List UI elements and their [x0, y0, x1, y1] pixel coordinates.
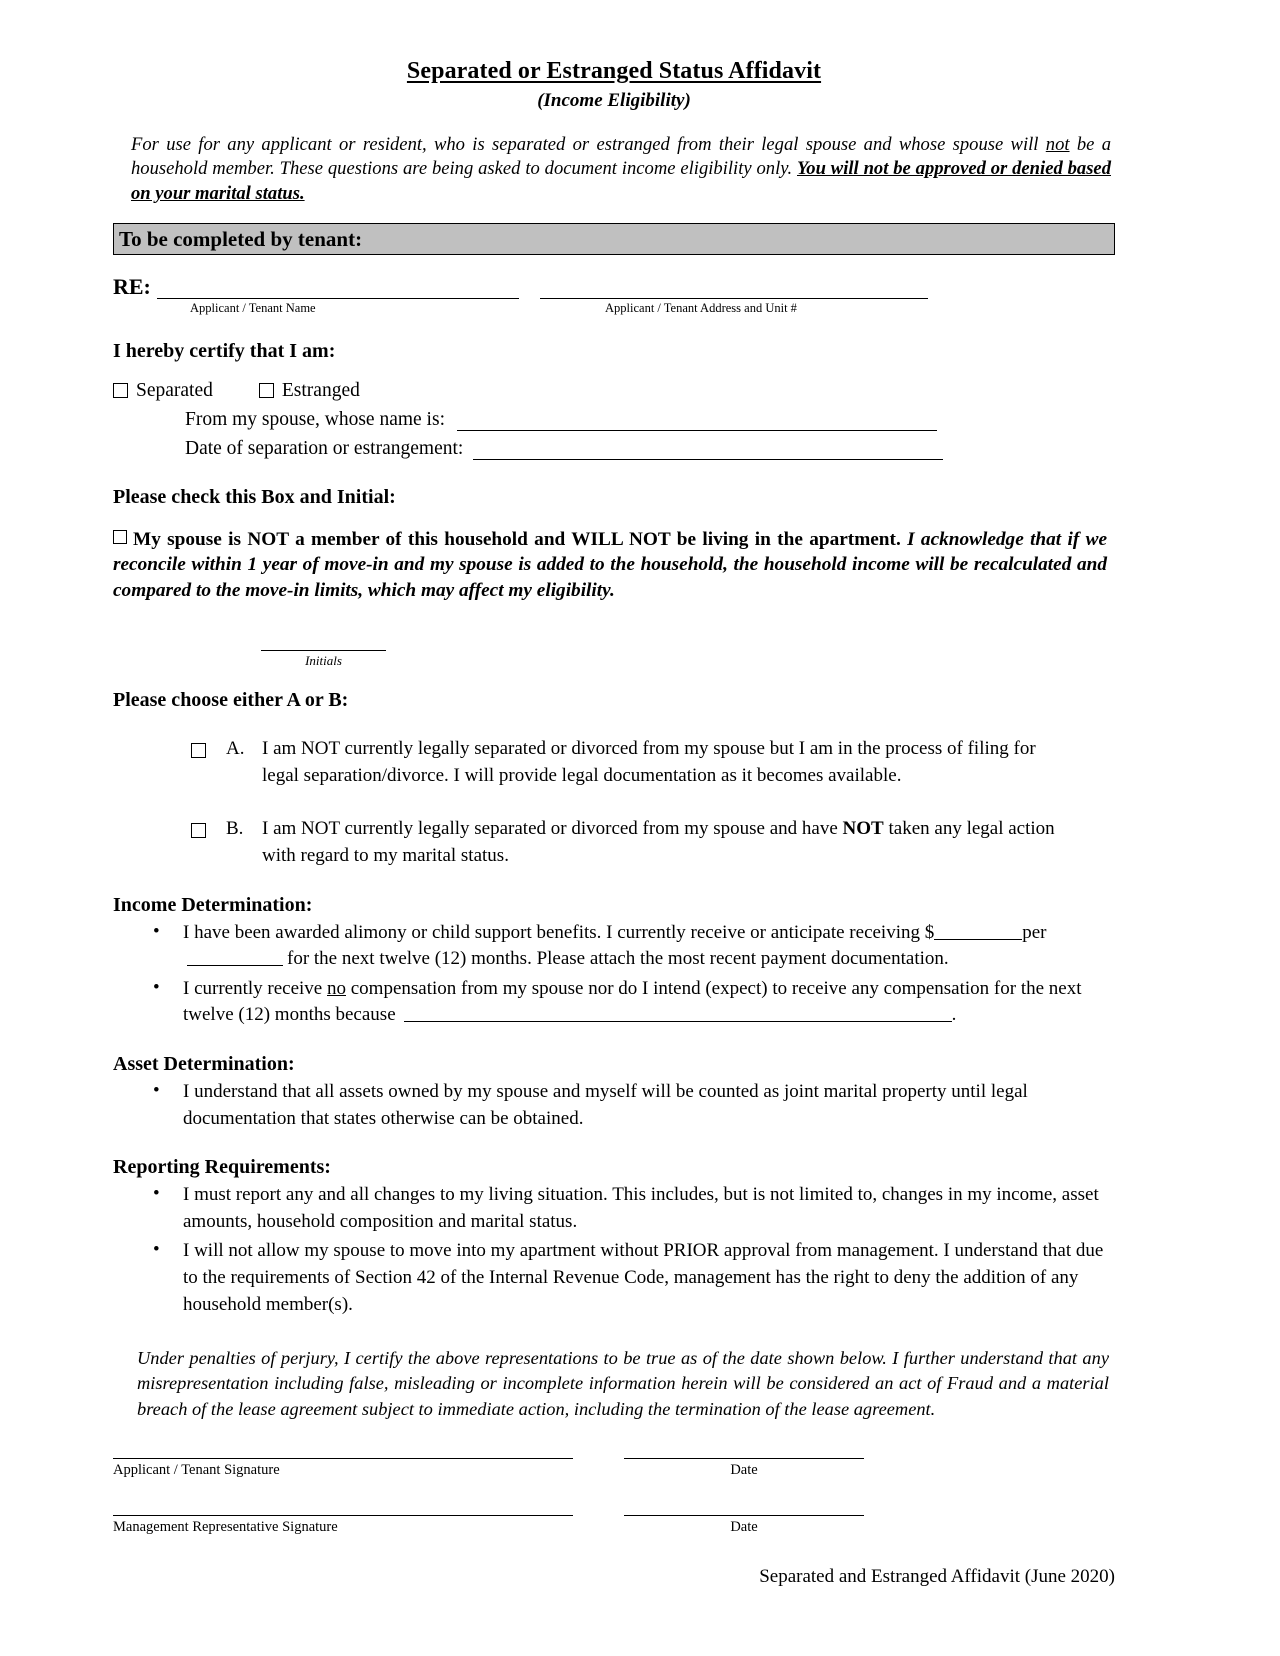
income-bullet1-per: per: [1022, 921, 1047, 943]
status-options-row: Separated Estranged: [113, 380, 1115, 402]
option-b-row: B. I am NOT currently legally separated …: [113, 816, 1115, 870]
checkbox-separated[interactable]: [113, 383, 128, 399]
income-bullet1-part1: I have been awarded alimony or child sup…: [183, 921, 935, 943]
management-signature-captions: Management Representative Signature Date: [113, 1519, 1115, 1536]
checkbox-option-b[interactable]: [191, 822, 206, 838]
initials-caption: Initials: [305, 652, 342, 668]
reporting-requirements-list: I must report any and all changes to my …: [113, 1181, 1115, 1318]
applicant-signature-row: [113, 1457, 1115, 1459]
spouse-acknowledgement-paragraph: My spouse is NOT a member of this househ…: [113, 527, 1115, 604]
option-a-text: I am NOT currently legally separated or …: [262, 737, 1036, 786]
applicant-date-field[interactable]: [624, 1457, 864, 1459]
alimony-amount-field[interactable]: [934, 923, 1023, 940]
label-separated: Separated: [136, 379, 213, 401]
option-a-letter: A.: [226, 737, 245, 759]
no-compensation-reason-field[interactable]: [403, 1004, 952, 1023]
income-bullet2-part1: I currently receive: [183, 977, 327, 999]
list-item: I will not allow my spouse to move into …: [113, 1237, 1115, 1318]
perjury-paragraph: Under penalties of perjury, I certify th…: [137, 1348, 1109, 1419]
option-b-text: I am NOT currently legally separated or …: [262, 816, 1115, 870]
signature-block: Applicant / Tenant Signature Date Manage…: [113, 1457, 1115, 1536]
option-b-bold: NOT: [842, 817, 884, 839]
initials-field[interactable]: [261, 649, 386, 651]
spouse-name-field[interactable]: [456, 411, 937, 431]
check-initial-heading: Please check this Box and Initial:: [113, 485, 396, 508]
asset-determination-list: I understand that all assets owned by my…: [113, 1078, 1115, 1132]
spouse-ack-bold: My spouse is NOT a member of this househ…: [133, 528, 901, 550]
alimony-period-field[interactable]: [187, 949, 283, 967]
initials-block: Initials: [261, 649, 386, 669]
applicant-signature-caption: Applicant / Tenant Signature: [113, 1461, 280, 1478]
management-date-caption: Date: [730, 1518, 758, 1535]
option-b-letter: B.: [226, 817, 244, 839]
spouse-name-label: From my spouse, whose name is:: [185, 408, 445, 430]
income-determination-list: I have been awarded alimony or child sup…: [113, 919, 1115, 1029]
asset-determination-heading: Asset Determination:: [113, 1052, 295, 1075]
applicant-name-caption: Applicant / Tenant Name: [190, 300, 316, 315]
income-bullet2-end: .: [951, 1004, 957, 1026]
applicant-address-field[interactable]: [539, 278, 928, 299]
separation-date-label: Date of separation or estrangement:: [185, 437, 464, 459]
option-a-row: A. I am NOT currently legally separated …: [113, 736, 1115, 790]
certify-heading: I hereby certify that I am:: [113, 339, 336, 362]
tenant-section-bar: To be completed by tenant:: [113, 222, 1115, 255]
document-content: Separated or Estranged Status Affidavit …: [113, 0, 1115, 1588]
page-title-text: Separated or Estranged Status Affidavit: [406, 58, 822, 84]
re-row: RE:: [113, 273, 1115, 299]
intro-underlined-not: not: [1045, 133, 1070, 155]
separation-date-row: Date of separation or estrangement:: [185, 438, 1115, 460]
list-item: I must report any and all changes to my …: [113, 1181, 1115, 1235]
income-determination-heading: Income Determination:: [113, 893, 313, 916]
choose-ab-heading: Please choose either A or B:: [113, 688, 349, 711]
re-captions: Applicant / Tenant Name Applicant / Tena…: [113, 301, 1115, 316]
applicant-date-caption: Date: [730, 1461, 758, 1478]
management-signature-caption: Management Representative Signature: [113, 1518, 338, 1535]
applicant-address-caption: Applicant / Tenant Address and Unit #: [605, 300, 797, 315]
income-bullet1-part2: for the next twelve (12) months. Please …: [287, 948, 949, 970]
separation-date-field[interactable]: [473, 440, 944, 460]
re-label: RE:: [113, 273, 151, 299]
applicant-signature-field[interactable]: [113, 1457, 573, 1459]
document-page: Separated or Estranged Status Affidavit …: [0, 0, 1280, 1656]
applicant-signature-captions: Applicant / Tenant Signature Date: [113, 1462, 1115, 1479]
option-b-part1: I am NOT currently legally separated or …: [262, 817, 843, 839]
management-date-field[interactable]: [624, 1514, 864, 1516]
list-item: I currently receive no compensation from…: [113, 975, 1115, 1029]
page-title: Separated or Estranged Status Affidavit: [113, 0, 1115, 86]
page-subtitle: (Income Eligibility): [537, 89, 691, 111]
management-signature-row: [113, 1514, 1115, 1516]
label-estranged: Estranged: [281, 379, 360, 401]
document-footer: Separated and Estranged Affidavit (June …: [759, 1565, 1115, 1587]
applicant-name-field[interactable]: [156, 278, 519, 299]
management-signature-field[interactable]: [113, 1514, 573, 1516]
checkbox-spouse-not-member[interactable]: [113, 529, 127, 544]
spouse-name-row: From my spouse, whose name is:: [185, 409, 1115, 431]
reporting-requirements-heading: Reporting Requirements:: [113, 1156, 331, 1179]
list-item: I understand that all assets owned by my…: [113, 1078, 1115, 1132]
intro-paragraph: For use for any applicant or resident, w…: [113, 133, 1115, 207]
intro-part1: For use for any applicant or resident, w…: [131, 133, 1046, 155]
checkbox-estranged[interactable]: [258, 383, 274, 399]
income-bullet2-underlined-no: no: [327, 977, 346, 999]
list-item: I have been awarded alimony or child sup…: [113, 919, 1115, 973]
checkbox-option-a[interactable]: [191, 742, 206, 758]
